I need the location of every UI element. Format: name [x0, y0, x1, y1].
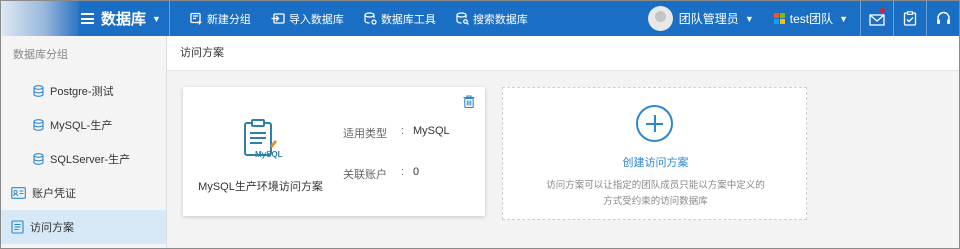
mysql-plan-icon: MySQL: [244, 119, 283, 159]
user-menu[interactable]: 团队管理员 ▼: [647, 1, 764, 36]
new-group-button[interactable]: 新建分组: [190, 1, 251, 36]
field-value: 0: [413, 166, 420, 178]
app-menu-button[interactable]: 数据库 ▼: [79, 1, 169, 36]
hamburger-icon: [81, 13, 94, 24]
search-db-label: 搜索数据库: [472, 13, 528, 26]
database-icon: [33, 85, 44, 97]
field-db-type: 适用类型 : MySQL: [343, 125, 450, 141]
create-plan-card[interactable]: 创建访问方案 访问方案可以让指定的团队成员只能以方案中定义的 方式受约束的访问数…: [502, 87, 807, 220]
new-group-icon: [190, 12, 202, 25]
database-icon: [33, 119, 44, 131]
messages-button[interactable]: [860, 1, 893, 36]
sidebar-group-label: MySQL-生产: [50, 120, 113, 132]
clipboard-check-icon: [903, 11, 917, 26]
avatar: [647, 6, 673, 31]
field-linked-accounts: 关联账户 : 0: [343, 166, 419, 182]
import-icon: [271, 13, 285, 24]
sidebar: 数据库分组 Postgre-测试 MySQL-生产 SQLServer-生产 账…: [1, 36, 167, 248]
delete-button[interactable]: [463, 95, 475, 111]
sidebar-item-label: 账户凭证: [32, 188, 76, 200]
divider: [168, 1, 170, 36]
sidebar-item-credentials[interactable]: 账户凭证: [1, 176, 166, 210]
id-card-icon: [11, 187, 26, 199]
db-tools-icon: [364, 12, 377, 25]
search-db-button[interactable]: 搜索数据库: [456, 1, 528, 36]
plan-name: MySQL生产环境访问方案: [198, 181, 323, 193]
field-separator: :: [401, 166, 405, 178]
breadcrumb: 访问方案: [167, 36, 959, 71]
db-tools-button[interactable]: 数据库工具: [364, 1, 436, 36]
header-right: 团队管理员 ▼ test团队 ▼: [647, 1, 959, 36]
brand-logo: [1, 1, 79, 36]
sidebar-group-label: Postgre-测试: [50, 86, 114, 98]
trash-icon: [463, 95, 475, 109]
access-plan-card[interactable]: MySQL MySQL生产环境访问方案 适用类型 : MySQL 关联账户 : …: [183, 87, 485, 216]
sidebar-heading: 数据库分组: [13, 49, 68, 61]
team-switcher[interactable]: test团队 ▼: [764, 1, 860, 36]
sidebar-item-label: 访问方案: [30, 222, 74, 234]
user-name: 团队管理员: [678, 12, 739, 26]
db-search-icon: [456, 12, 469, 25]
main-content: MySQL MySQL生产环境访问方案 适用类型 : MySQL 关联账户 : …: [167, 71, 959, 248]
team-name: test团队: [789, 12, 834, 26]
create-plan-title: 创建访问方案: [622, 157, 689, 169]
field-separator: :: [401, 125, 405, 137]
notification-dot: [880, 8, 885, 13]
new-group-label: 新建分组: [206, 13, 251, 26]
top-bar: 数据库 ▼ 新建分组 导入数据库 数据库工具 搜索数据库 团队管理员 ▼ tes…: [1, 1, 959, 36]
sidebar-group-sqlserver[interactable]: SQLServer-生产: [1, 142, 166, 176]
field-label: 关联账户: [343, 169, 387, 181]
app-title: 数据库: [101, 11, 147, 28]
import-db-button[interactable]: 导入数据库: [271, 1, 344, 36]
sidebar-group-mysql[interactable]: MySQL-生产: [1, 108, 166, 142]
chevron-down-icon: ▼: [744, 13, 754, 24]
create-plan-description: 访问方案可以让指定的团队成员只能以方案中定义的 方式受约束的访问数据库: [503, 178, 808, 210]
db-tools-label: 数据库工具: [380, 13, 436, 26]
tasks-button[interactable]: [893, 1, 926, 36]
import-db-label: 导入数据库: [288, 13, 344, 26]
team-logo-icon: [773, 13, 785, 24]
field-label: 适用类型: [343, 128, 387, 140]
support-button[interactable]: [926, 1, 959, 36]
chevron-down-icon: ▼: [152, 13, 161, 24]
app-window: 数据库 ▼ 新建分组 导入数据库 数据库工具 搜索数据库 团队管理员 ▼ tes…: [0, 0, 960, 249]
description-line: 方式受约束的访问数据库: [603, 196, 708, 207]
document-icon: [11, 220, 24, 234]
mysql-logo-text: MySQL: [255, 150, 283, 159]
sidebar-item-access-plans[interactable]: 访问方案: [1, 210, 166, 244]
plus-circle-icon: [636, 105, 673, 142]
description-line: 访问方案可以让指定的团队成员只能以方案中定义的: [546, 180, 765, 191]
chevron-down-icon: ▼: [839, 13, 848, 24]
field-value: MySQL: [413, 125, 450, 137]
sidebar-group-postgre[interactable]: Postgre-测试: [1, 74, 166, 108]
headset-icon: [936, 11, 950, 24]
database-icon: [33, 153, 44, 165]
sidebar-group-label: SQLServer-生产: [50, 154, 131, 166]
mail-icon: [868, 13, 885, 26]
